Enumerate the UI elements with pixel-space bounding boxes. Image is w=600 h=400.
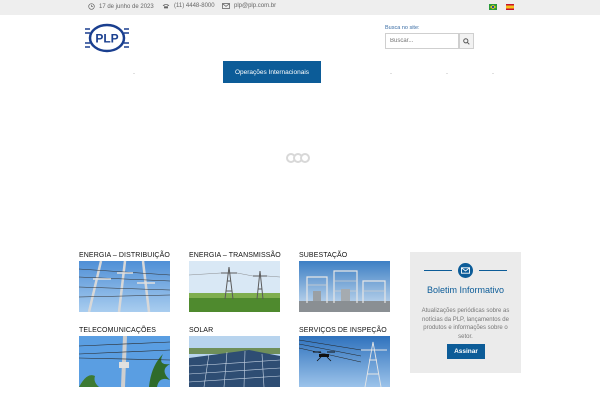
category-title-transmissao[interactable]: ENERGIA – TRANSMISSÃO: [189, 252, 281, 259]
search-icon: [463, 37, 470, 45]
email-link[interactable]: plp@plp.com.br: [234, 3, 276, 9]
spain-flag-icon[interactable]: [506, 4, 514, 10]
logo-text: PLP: [95, 32, 118, 46]
category-title-servicos-inspecao[interactable]: SERVIÇOS DE INSPEÇÃO: [299, 327, 387, 334]
nav-item-1[interactable]: -: [133, 71, 135, 77]
solar-panels-image[interactable]: [189, 336, 280, 387]
category-title-solar[interactable]: SOLAR: [189, 327, 213, 334]
phone-icon: [162, 4, 170, 9]
inspection-drone-image[interactable]: [299, 336, 390, 387]
top-bar: 17 de junho de 2023 (11) 4448-8000 plp@p…: [0, 0, 600, 15]
divider-left: [424, 270, 452, 271]
email-item[interactable]: plp@plp.com.br: [222, 3, 276, 9]
newsletter-title: Boletim Informativo: [426, 285, 505, 295]
slider-loading-spinner: [286, 153, 310, 163]
transmission-towers-image[interactable]: [189, 261, 280, 312]
brazil-flag-icon[interactable]: [489, 4, 497, 10]
search-button[interactable]: [459, 33, 474, 49]
category-title-distribuicao[interactable]: ENERGIA – DISTRIBUIÇÃO: [79, 252, 170, 259]
search-label: Busca no site:: [385, 25, 420, 31]
newsletter-description: Atualizações periódicas sobre as notícia…: [421, 308, 510, 340]
telecom-pole-image[interactable]: [79, 336, 170, 387]
divider-right: [479, 270, 507, 271]
category-title-subestacao[interactable]: SUBESTAÇÃO: [299, 252, 347, 259]
plp-logo[interactable]: PLP: [83, 22, 131, 54]
nav-item-2[interactable]: -: [390, 71, 392, 77]
nav-item-3[interactable]: -: [446, 71, 448, 77]
nav-item-4[interactable]: -: [492, 71, 494, 77]
clock-icon: [88, 3, 95, 10]
date-item: 17 de junho de 2023: [88, 3, 154, 10]
phone-text: (11) 4448-8000: [174, 3, 215, 9]
category-title-telecomunicacoes[interactable]: TELECOMUNICAÇÕES: [79, 327, 156, 334]
distribution-lines-image[interactable]: [79, 261, 170, 312]
newsletter-panel: Boletim Informativo Atualizações periódi…: [410, 252, 521, 373]
subscribe-button[interactable]: Assinar: [447, 344, 485, 359]
nav-item-operacoes-internacionais[interactable]: Operações Internacionais: [223, 61, 321, 83]
envelope-icon: [222, 3, 230, 9]
search-input[interactable]: [385, 33, 459, 49]
newsletter-envelope-icon: [458, 263, 473, 278]
phone-item: (11) 4448-8000: [162, 3, 215, 9]
date-text: 17 de junho de 2023: [99, 3, 154, 10]
substation-image[interactable]: [299, 261, 390, 312]
